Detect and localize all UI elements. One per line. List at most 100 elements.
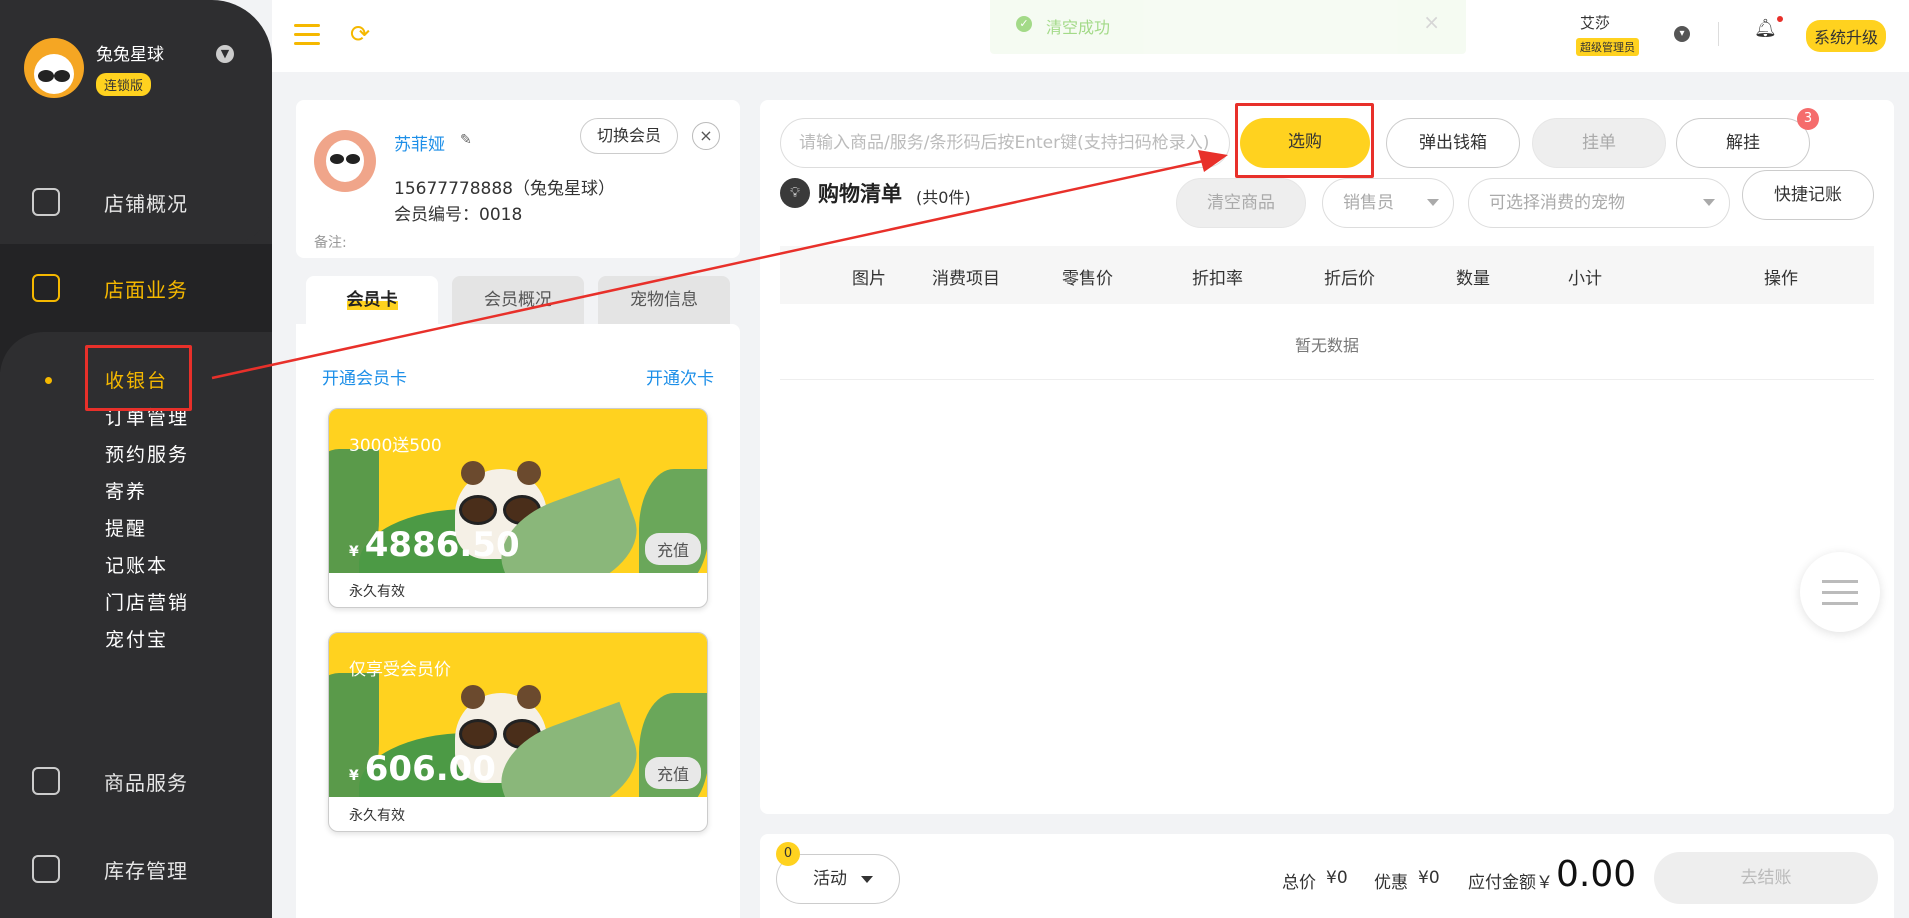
brand[interactable]: 兔兔星球 连锁版 [24, 38, 164, 98]
divider [780, 379, 1874, 380]
cart-panel: 请输入商品/服务/条形码后按Enter键(支持扫码枪录入) 选购 弹出钱箱 挂单… [760, 100, 1894, 814]
chevron-down-icon[interactable]: ▾ [1674, 26, 1690, 42]
member-phone: 15677778888（兔兔星球） [394, 179, 615, 199]
open-times-card-link[interactable]: 开通次卡 [646, 364, 714, 389]
sidebar-item-label: 商品服务 [104, 770, 188, 795]
monitor-icon [32, 188, 60, 216]
store-avatar [24, 38, 84, 98]
col-item: 消费项目 [932, 269, 1000, 289]
discount-label: 优惠 [1374, 873, 1408, 893]
annotation-box-select [1235, 103, 1374, 178]
check-icon: ✓ [1016, 16, 1032, 32]
total-value: ¥0 [1326, 868, 1348, 888]
chevron-down-icon[interactable]: ▼ [216, 45, 234, 63]
empty-state: 暂无数据 [1294, 336, 1359, 355]
payable-label: 应付金额￥ [1468, 873, 1553, 893]
notification-dot [1777, 16, 1783, 22]
col-image: 图片 [852, 269, 886, 289]
switch-member-button[interactable]: 切换会员 [580, 118, 678, 154]
user-name[interactable]: 艾莎 [1580, 12, 1610, 33]
col-actions: 操作 [1764, 269, 1798, 289]
unhold-order-button[interactable]: 解挂 [1676, 118, 1810, 168]
menu-icon[interactable] [294, 24, 320, 45]
product-search-input[interactable]: 请输入商品/服务/条形码后按Enter键(支持扫码枪录入) [780, 118, 1230, 168]
member-avatar [314, 130, 376, 192]
value-card[interactable]: 3000送500 ¥4886.50 充值 永久有效 [328, 408, 708, 608]
total-label: 总价 [1282, 873, 1316, 893]
box-icon [32, 855, 60, 883]
close-icon[interactable]: × [1423, 10, 1440, 34]
member-cards-panel: 开通会员卡 开通次卡 3000送500 ¥4886.50 充值 永久有效 仅享受… [296, 324, 740, 918]
discount-value: ¥0 [1418, 868, 1440, 888]
refresh-icon[interactable]: ⟳ [350, 20, 370, 48]
sidebar-subitem-marketing[interactable]: 门店营销 [105, 588, 189, 615]
sidebar-item-label: 库存管理 [104, 858, 188, 883]
card-illustration: 仅享受会员价 ¥606.00 充值 [329, 633, 707, 797]
active-dot [45, 377, 52, 384]
annotation-box-cashier [85, 345, 192, 411]
member-number: 会员编号：0018 [394, 205, 523, 225]
edit-icon[interactable]: ✎ [460, 132, 472, 148]
sidebar-subitem-ledger[interactable]: 记账本 [105, 551, 168, 578]
sidebar: 兔兔星球 连锁版 ▼ 店铺概况 店面业务 收银台 订单管理 预约服务 寄养 提醒… [0, 0, 272, 918]
list-icon[interactable] [1800, 552, 1880, 632]
activity-badge: 0 [776, 842, 800, 866]
top-header: ⟳ ✓ 清空成功 × 艾莎 超级管理员 ▾ 🔔︎ 系统升级 [272, 0, 1909, 72]
edition-badge: 连锁版 [96, 73, 152, 96]
checkout-bar: 活动 0 总价 ¥0 优惠 ¥0 应付金额￥ 0.00 去结账 [760, 834, 1894, 918]
cart-title: 购物清单 [818, 182, 902, 206]
card-illustration: 3000送500 ¥4886.50 充值 [329, 409, 707, 573]
card-title: 3000送500 [349, 436, 442, 456]
member-name[interactable]: 苏菲娅 [394, 130, 445, 155]
card-validity: 永久有效 [349, 584, 405, 600]
tab-member-overview[interactable]: 会员概况 [452, 276, 584, 324]
bell-icon[interactable]: 🔔︎ [1754, 18, 1777, 39]
member-card: 苏菲娅 ✎ 切换会员 × 15677778888（兔兔星球） 会员编号：0018… [296, 100, 740, 258]
col-discount-rate: 折扣率 [1192, 269, 1243, 289]
open-member-card-link[interactable]: 开通会员卡 [322, 364, 407, 389]
col-quantity: 数量 [1456, 269, 1490, 289]
caret-down-icon [1427, 199, 1439, 206]
caret-down-icon [861, 876, 873, 883]
sidebar-subitem-boarding[interactable]: 寄养 [105, 477, 147, 504]
close-icon[interactable]: × [692, 122, 720, 150]
sidebar-item-overview[interactable]: 店铺概况 [0, 160, 272, 244]
held-count-badge: 3 [1797, 108, 1819, 130]
bag-icon [32, 767, 60, 795]
recharge-button[interactable]: 充值 [645, 757, 702, 789]
sidebar-item-store-business[interactable]: 店面业务 [0, 244, 272, 372]
sidebar-item-label: 店铺概况 [104, 191, 188, 216]
clear-goods-button[interactable]: 清空商品 [1176, 178, 1306, 228]
role-badge: 超级管理员 [1576, 38, 1639, 56]
payable-amount: 0.00 [1556, 854, 1637, 895]
card-balance: ¥4886.50 [349, 525, 520, 565]
caret-down-icon [1703, 199, 1715, 206]
note-label: 备注: [314, 235, 347, 251]
toast-message: 清空成功 [1046, 18, 1111, 37]
checkout-button[interactable]: 去结账 [1654, 852, 1878, 904]
sidebar-item-goods[interactable]: 商品服务 [0, 746, 272, 816]
col-discounted-price: 折后价 [1324, 269, 1375, 289]
sidebar-subitem-pet-pay[interactable]: 宠付宝 [105, 625, 168, 652]
pet-select[interactable]: 可选择消费的宠物 [1468, 178, 1730, 228]
tab-pet-info[interactable]: 宠物信息 [598, 276, 730, 324]
col-retail-price: 零售价 [1062, 269, 1113, 289]
hold-order-button[interactable]: 挂单 [1532, 118, 1666, 168]
salesperson-select[interactable]: 销售员 [1322, 178, 1454, 228]
sidebar-item-inventory[interactable]: 库存管理 [0, 834, 272, 904]
table-header: 图片 消费项目 零售价 折扣率 折后价 数量 小计 操作 [780, 246, 1874, 304]
lightbulb-icon: 💡︎ [780, 178, 810, 208]
value-card[interactable]: 仅享受会员价 ¥606.00 充值 永久有效 [328, 632, 708, 832]
toast: ✓ 清空成功 × [990, 0, 1466, 54]
cash-drawer-button[interactable]: 弹出钱箱 [1386, 118, 1520, 168]
quick-note-button[interactable]: 快捷记账 [1742, 170, 1874, 220]
recharge-button[interactable]: 充值 [645, 533, 702, 565]
upgrade-button[interactable]: 系统升级 [1806, 20, 1887, 52]
home-icon [32, 274, 60, 302]
sidebar-subitem-appointments[interactable]: 预约服务 [105, 440, 189, 467]
col-subtotal: 小计 [1568, 269, 1602, 289]
sidebar-item-label: 店面业务 [104, 277, 188, 302]
sidebar-subitem-reminders[interactable]: 提醒 [105, 514, 147, 541]
cart-count: (共0件) [916, 188, 971, 207]
tab-member-card[interactable]: 会员卡 [306, 276, 438, 324]
